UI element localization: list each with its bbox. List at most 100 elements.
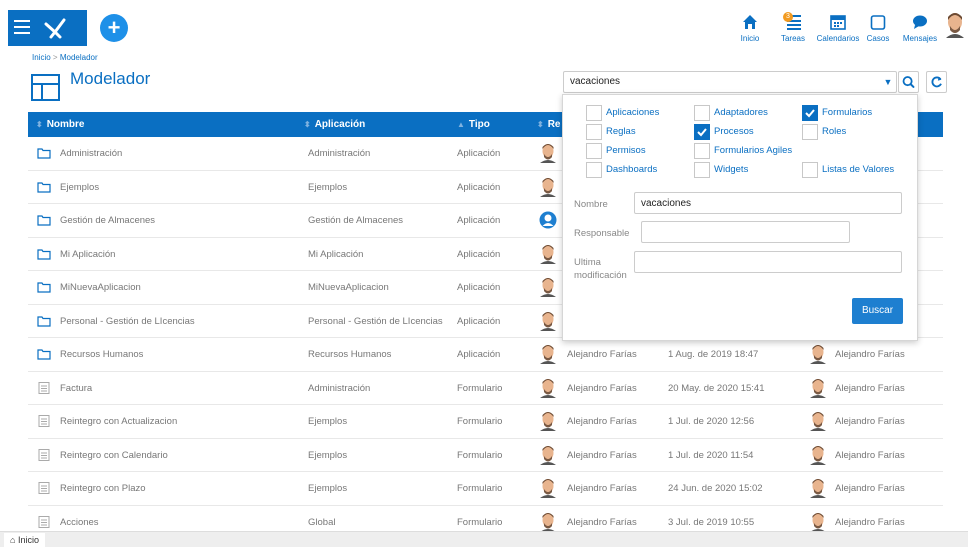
system-user-avatar: [539, 211, 557, 229]
row-date: 1 Jul. de 2020 12:56: [668, 416, 755, 427]
logo-icon[interactable]: [40, 16, 70, 40]
row-application: Administración: [308, 148, 371, 159]
row-application: Personal - Gestión de LIcencias: [308, 315, 443, 327]
row-responsable: Alejandro Farías: [567, 416, 637, 427]
search-input[interactable]: vacaciones: [563, 71, 897, 93]
row-application: Ejemplos: [308, 416, 348, 427]
table-row[interactable]: Reintegro con Actualizacion Ejemplos Formu…: [28, 405, 943, 439]
add-button[interactable]: +: [100, 14, 128, 42]
hamburger-menu-icon[interactable]: [14, 20, 30, 34]
user-avatar: [540, 512, 556, 532]
col-responsable[interactable]: ⬍ Re: [537, 119, 561, 130]
folder-icon: [37, 282, 51, 293]
calendar-icon: [830, 15, 846, 30]
nav-mensajes[interactable]: Mensajes: [900, 12, 940, 43]
col-responsable-label: Re: [547, 119, 561, 130]
table-row[interactable]: Factura Administración Formulario Alejandro…: [28, 372, 943, 405]
user-avatar: [540, 177, 556, 197]
row-modified-by: Alejandro Farías: [835, 516, 905, 528]
user-avatar: [540, 479, 556, 498]
row-name: Reintegro con Plazo: [60, 483, 146, 494]
breadcrumb-inicio[interactable]: Inicio: [32, 53, 51, 62]
nav-calendarios[interactable]: Calendarios: [815, 12, 861, 43]
breadcrumb-current: Modelador: [59, 53, 98, 62]
row-application: Mi Aplicación: [308, 248, 364, 260]
filter-panel: Aplicaciones Adaptadores Formularios Reglas…: [562, 94, 918, 341]
bottom-tab-inicio[interactable]: ⌂ Inicio: [4, 533, 45, 547]
checkbox[interactable]: [802, 124, 818, 140]
home-icon: [743, 15, 757, 29]
responsable-input[interactable]: [641, 221, 850, 243]
buscar-button[interactable]: Buscar: [852, 298, 903, 324]
checkbox[interactable]: [586, 162, 602, 178]
checkbox[interactable]: [694, 105, 710, 121]
checkbox[interactable]: [586, 143, 602, 159]
row-responsable: Alejandro Farías: [567, 382, 637, 394]
chat-icon: [913, 15, 927, 29]
checkbox[interactable]: [694, 124, 710, 140]
nombre-label: Nombre: [574, 199, 608, 210]
row-application: Ejemplos: [308, 449, 348, 461]
folder-icon: [37, 248, 51, 260]
row-type: Aplicación: [457, 215, 501, 226]
row-modified-by: Alejandro Farías: [835, 349, 905, 360]
checkbox[interactable]: [586, 124, 602, 140]
ultima-modificacion-input[interactable]: [634, 251, 902, 273]
row-type: Formulario: [457, 483, 503, 494]
user-avatar[interactable]: [944, 12, 966, 38]
user-avatar: [540, 244, 556, 264]
row-type: Formulario: [457, 382, 503, 394]
checkmark-icon: [697, 128, 707, 137]
row-application: Administración: [308, 382, 371, 394]
folder-icon: [37, 349, 51, 360]
nombre-input[interactable]: vacaciones: [634, 192, 902, 214]
user-avatar: [540, 445, 556, 465]
row-modified-by: Alejandro Farías: [835, 449, 905, 461]
nav-inicio[interactable]: Inicio: [735, 12, 765, 43]
checkbox[interactable]: [694, 143, 710, 159]
search-icon[interactable]: [898, 71, 919, 93]
cases-icon: [870, 15, 886, 30]
row-type: Formulario: [457, 449, 503, 461]
user-avatar: [810, 345, 826, 364]
nav-casos[interactable]: Casos: [864, 12, 892, 43]
col-tipo-label: Tipo: [468, 119, 490, 130]
row-name: Reintegro con Actualizacion: [60, 416, 178, 427]
nav-tareas[interactable]: 3 Tareas: [778, 12, 808, 43]
table-row[interactable]: Reintegro con Calendario Ejemplos Formular…: [28, 439, 943, 472]
col-nombre[interactable]: ⬍ Nombre: [36, 119, 85, 130]
nav-casos-label: Casos: [866, 34, 890, 43]
col-aplicacion[interactable]: ⬍ Aplicación: [304, 119, 365, 130]
row-type: Aplicación: [457, 248, 501, 260]
row-name: Factura: [60, 382, 93, 394]
user-avatar: [810, 445, 826, 465]
row-date: 20 May. de 2020 15:41: [668, 382, 765, 394]
checkbox-label: Formularios Agiles: [714, 145, 793, 156]
table-row[interactable]: Reintegro con Plazo Ejemplos Formulario Ale…: [28, 472, 943, 506]
nav-tareas-label: Tareas: [780, 34, 805, 43]
modif-label-line2: modificación: [574, 270, 627, 281]
row-name: Reintegro con Calendario: [60, 449, 168, 461]
row-application: Ejemplos: [308, 181, 348, 193]
row-modified-by: Alejandro Farías: [835, 483, 905, 494]
app-header-block: [8, 10, 87, 46]
folder-icon: [37, 148, 51, 159]
sort-icon: ⬍: [537, 120, 544, 129]
user-avatar: [540, 144, 556, 163]
checkbox[interactable]: [802, 162, 818, 178]
col-aplicacion-label: Aplicación: [314, 119, 366, 130]
form-icon: [38, 515, 50, 528]
checkbox-label: Widgets: [714, 164, 749, 175]
search-dropdown-caret-icon[interactable]: ▼: [879, 71, 897, 93]
user-avatar: [540, 311, 556, 331]
checkbox-label: Dashboards: [606, 164, 658, 175]
row-modified-by: Alejandro Farías: [835, 382, 905, 394]
col-tipo[interactable]: ▲ Tipo: [457, 119, 490, 130]
folder-icon: [37, 315, 51, 327]
refresh-icon[interactable]: [926, 71, 947, 93]
checkbox[interactable]: [694, 162, 710, 178]
table-row[interactable]: Recursos Humanos Recursos Humanos Aplicaci…: [28, 338, 943, 372]
checkbox[interactable]: [802, 105, 818, 121]
checkbox[interactable]: [586, 105, 602, 121]
row-modified-by: Alejandro Farías: [835, 416, 905, 427]
